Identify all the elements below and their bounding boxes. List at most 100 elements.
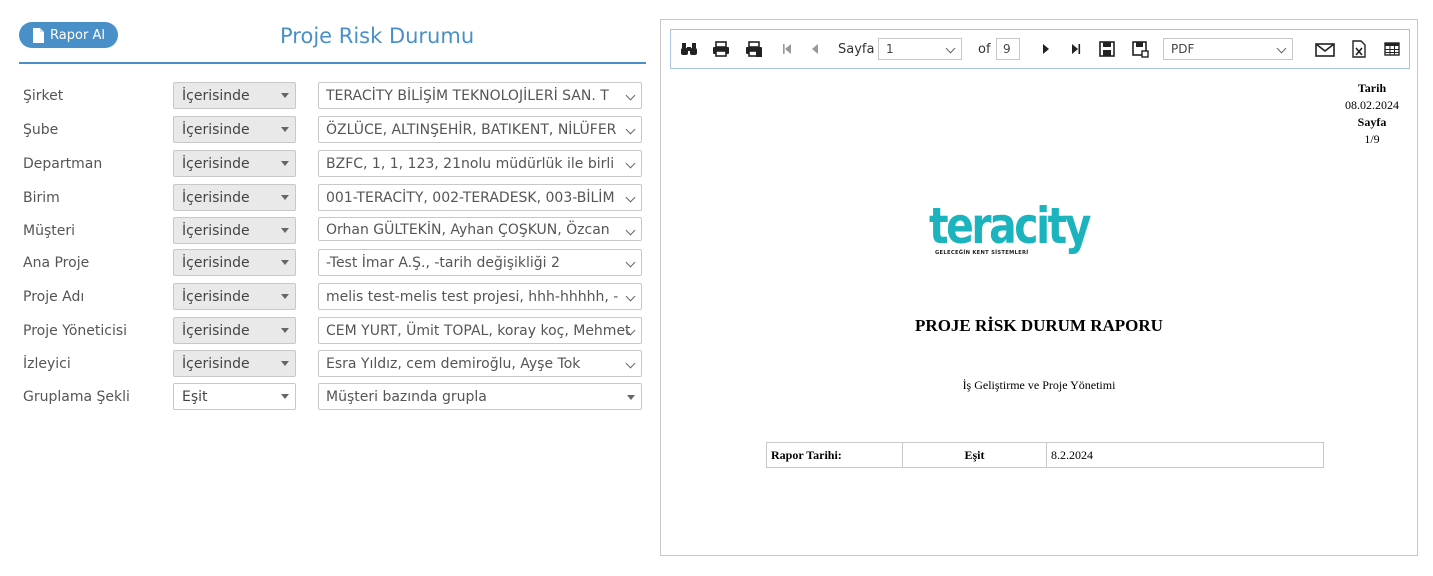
filter-label: Gruplama Şekli	[23, 389, 130, 405]
save-as-icon[interactable]	[1131, 40, 1149, 58]
value-multiselect[interactable]: Esra Yıldız, cem demiroğlu, Ayşe Tok	[318, 350, 642, 377]
page-label: Sayfa	[838, 42, 875, 57]
table-icon[interactable]	[1383, 40, 1401, 58]
of-label: of	[978, 42, 991, 57]
teracity-logo: teracity GELECEĞİN KENT SİSTEMLERİ	[929, 196, 1094, 262]
filter-label: Şube	[23, 122, 59, 138]
total-pages: 9	[996, 38, 1020, 60]
chevron-down-icon	[625, 158, 636, 169]
document-icon	[33, 27, 45, 43]
operator-select[interactable]: İçerisinde	[173, 82, 296, 109]
filter-label: Birim	[23, 190, 60, 206]
value-multiselect[interactable]: CEM YURT, Ümit TOPAL, koray koç, Mehmet	[318, 317, 642, 344]
date-label: Tarih	[1357, 81, 1387, 95]
operator-select[interactable]: İçerisinde	[173, 184, 296, 211]
dropdown-arrow-icon	[281, 328, 289, 333]
svg-text:teracity: teracity	[929, 197, 1091, 255]
operator-select[interactable]: İçerisinde	[173, 249, 296, 276]
operator-select[interactable]: İçerisinde	[173, 283, 296, 310]
date-value: 08.02.2024	[1345, 98, 1399, 112]
dropdown-arrow-icon	[281, 394, 289, 399]
dropdown-arrow-icon	[281, 93, 289, 98]
operator-select[interactable]: İçerisinde	[173, 317, 296, 344]
filter-row-sube: Şube İçerisinde ÖZLÜCE, ALTINŞEHİR, BATI…	[0, 116, 650, 146]
filter-row-birim: Birim İçerisinde 001-TERACİTY, 002-TERAD…	[0, 184, 650, 214]
viewer-toolbar: Sayfa 1 of 9 PDF	[670, 29, 1410, 69]
chevron-down-icon	[1276, 43, 1287, 54]
report-viewer: Sayfa 1 of 9 PDF Tarih 08.02.2024 Sayfa …	[660, 19, 1418, 556]
filter-row-proje-yoneticisi: Proje Yöneticisi İçerisinde CEM YURT, Üm…	[0, 317, 650, 347]
chevron-down-icon	[945, 43, 956, 54]
operator-select[interactable]: İçerisinde	[173, 217, 296, 244]
report-title: PROJE RİSK DURUM RAPORU	[915, 316, 1163, 335]
value-multiselect[interactable]: 001-TERACİTY, 002-TERADESK, 003-BİLİM	[318, 184, 642, 211]
filter-row-departman: Departman İçerisinde BZFC, 1, 1, 123, 21…	[0, 150, 650, 180]
chevron-down-icon	[625, 358, 636, 369]
dropdown-arrow-icon	[281, 361, 289, 366]
chevron-down-icon	[625, 90, 636, 101]
value-multiselect[interactable]: melis test-melis test projesi, hhh-hhhhh…	[318, 283, 642, 310]
dropdown-arrow-icon	[281, 294, 289, 299]
export-format-select[interactable]: PDF	[1163, 38, 1293, 60]
dropdown-arrow-icon	[281, 260, 289, 265]
svg-text:GELECEĞİN KENT SİSTEMLERİ: GELECEĞİN KENT SİSTEMLERİ	[935, 249, 1029, 256]
table-cell-label: Rapor Tarihi:	[766, 442, 903, 468]
page-number-input[interactable]: 1	[878, 38, 962, 60]
dropdown-arrow-icon	[281, 161, 289, 166]
dropdown-arrow-icon	[281, 127, 289, 132]
filter-label: Müşteri	[23, 223, 75, 239]
page-title: Proje Risk Durumu	[280, 24, 475, 48]
chevron-down-icon	[625, 257, 636, 268]
value-multiselect[interactable]: -Test İmar A.Ş., -tarih değişikliği 2	[318, 249, 642, 276]
print-icon[interactable]	[712, 40, 730, 58]
dropdown-arrow-icon	[627, 395, 635, 400]
operator-select[interactable]: İçerisinde	[173, 150, 296, 177]
grouping-select[interactable]: Müşteri bazında grupla	[318, 383, 642, 410]
filter-label: Şirket	[23, 88, 64, 104]
rapor-al-label: Rapor Al	[50, 27, 105, 43]
email-icon[interactable]	[1315, 40, 1335, 58]
rapor-al-button[interactable]: Rapor Al	[19, 22, 118, 48]
binoculars-icon[interactable]	[680, 40, 698, 58]
chevron-down-icon	[625, 291, 636, 302]
filter-label: Proje Adı	[23, 289, 85, 305]
last-page-icon[interactable]	[1067, 40, 1085, 58]
filter-label: Ana Proje	[23, 255, 90, 271]
first-page-icon[interactable]	[778, 40, 796, 58]
next-page-icon[interactable]	[1037, 40, 1055, 58]
operator-select[interactable]: Eşit	[173, 383, 296, 410]
table-cell-value: 8.2.2024	[1046, 442, 1324, 468]
page-label: Sayfa	[1357, 115, 1387, 129]
filter-label: İzleyici	[23, 356, 71, 372]
filter-label: Departman	[23, 156, 103, 172]
excel-icon[interactable]	[1350, 40, 1368, 58]
table-row: Rapor Tarihi: Eşit 8.2.2024	[766, 442, 1324, 468]
value-multiselect[interactable]: ÖZLÜCE, ALTINŞEHİR, BATIKENT, NİLÜFER	[318, 116, 642, 143]
filter-row-gruplama: Gruplama Şekli Eşit Müşteri bazında grup…	[0, 383, 650, 413]
filter-row-ana-proje: Ana Proje İçerisinde -Test İmar A.Ş., -t…	[0, 249, 650, 279]
value-multiselect[interactable]: BZFC, 1, 1, 123, 21nolu müdürlük ile bir…	[318, 150, 642, 177]
filter-row-sirket: Şirket İçerisinde TERACİTY BİLİŞİM TEKNO…	[0, 82, 650, 112]
operator-select[interactable]: İçerisinde	[173, 350, 296, 377]
operator-select[interactable]: İçerisinde	[173, 116, 296, 143]
filter-row-izleyici: İzleyici İçerisinde Esra Yıldız, cem dem…	[0, 350, 650, 380]
table-cell-operator: Eşit	[902, 442, 1047, 468]
report-subtitle: İş Geliştirme ve Proje Yönetimi	[962, 378, 1116, 392]
print-page-icon[interactable]	[745, 40, 763, 58]
previous-page-icon[interactable]	[806, 40, 824, 58]
report-date-table: Rapor Tarihi: Eşit 8.2.2024	[766, 442, 1324, 468]
value-multiselect[interactable]: TERACİTY BİLİŞİM TEKNOLOJİLERİ SAN. T	[318, 82, 642, 109]
report-meta: Tarih 08.02.2024 Sayfa 1/9	[1345, 80, 1399, 148]
filter-label: Proje Yöneticisi	[23, 323, 128, 339]
chevron-down-icon	[625, 225, 636, 236]
filter-row-musteri: Müşteri İçerisinde Orhan GÜLTEKİN, Ayhan…	[0, 217, 650, 247]
chevron-down-icon	[625, 124, 636, 135]
page-value: 1/9	[1364, 132, 1380, 146]
filter-row-proje-adi: Proje Adı İçerisinde melis test-melis te…	[0, 283, 650, 313]
dropdown-arrow-icon	[281, 228, 289, 233]
value-multiselect[interactable]: Orhan GÜLTEKİN, Ayhan ÇOŞKUN, Özcan	[318, 217, 642, 241]
save-icon[interactable]	[1098, 40, 1116, 58]
chevron-down-icon	[625, 192, 636, 203]
dropdown-arrow-icon	[281, 195, 289, 200]
title-divider	[19, 62, 646, 64]
